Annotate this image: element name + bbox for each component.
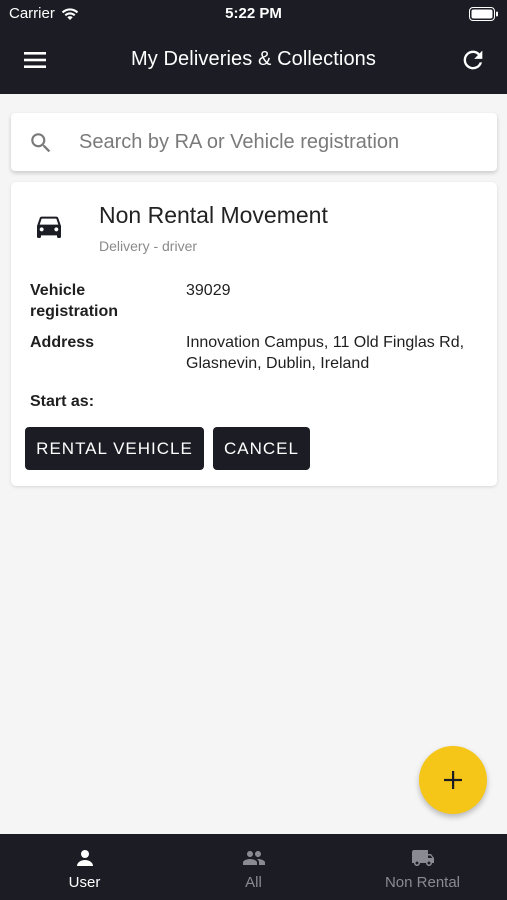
truck-icon (411, 850, 434, 866)
vehicle-registration-value: 39029 (186, 282, 231, 299)
refresh-button[interactable] (459, 46, 487, 74)
nav-item-non-rental[interactable]: Non Rental (338, 834, 507, 900)
status-bar: Carrier 5:22 PM (0, 0, 507, 28)
delivery-card[interactable]: Non Rental Movement Delivery - driver Ve… (11, 182, 497, 486)
search-bar (11, 113, 497, 171)
vehicle-registration-label: Vehicle registration (30, 282, 119, 320)
refresh-icon (463, 50, 483, 70)
nav-item-all[interactable]: All (169, 834, 338, 900)
search-icon (31, 133, 51, 153)
address-value: Innovation Campus, 11 Old Finglas Rd, Gl… (186, 334, 465, 372)
page-title: My Deliveries & Collections (131, 48, 376, 70)
search-input[interactable] (79, 123, 479, 161)
app-header: My Deliveries & Collections (0, 28, 507, 94)
plus-icon (444, 771, 462, 789)
status-time: 5:22 PM (225, 5, 282, 22)
car-icon (37, 216, 61, 238)
rental-vehicle-button[interactable]: RENTAL VEHICLE (25, 427, 204, 470)
nav-item-user[interactable]: User (0, 834, 169, 900)
address-label: Address (30, 334, 95, 351)
add-button[interactable] (419, 746, 487, 814)
user-icon (76, 850, 93, 866)
card-subtitle: Delivery - driver (99, 238, 198, 254)
nav-label-all: All (245, 874, 262, 891)
start-as-label: Start as: (30, 393, 95, 410)
cancel-button[interactable]: CANCEL (213, 427, 310, 470)
nav-label-non-rental: Non Rental (384, 874, 461, 891)
battery-icon (469, 7, 498, 21)
card-title: Non Rental Movement (99, 202, 328, 228)
bottom-navigation: User All Non Rental (0, 834, 507, 900)
group-icon (242, 851, 265, 865)
nav-label-user: User (68, 874, 101, 891)
